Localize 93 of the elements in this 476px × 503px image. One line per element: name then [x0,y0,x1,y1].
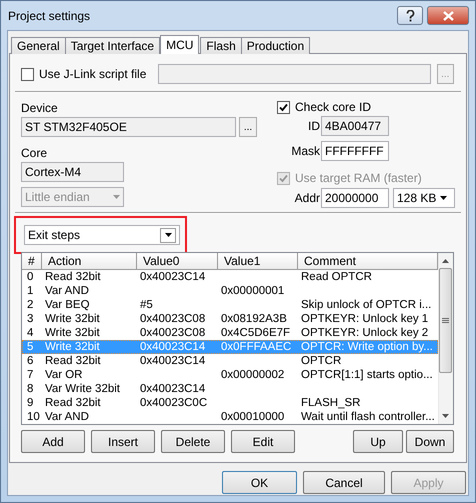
step-button[interactable]: Insert [91,430,155,453]
tab[interactable]: MCU [160,35,200,54]
table-cell-text: 4 [26,326,34,340]
table-cell-text: 0x4C5D6E7F [220,326,292,340]
scrollbar-thumb[interactable] [439,268,452,373]
table-cell-text: OPTCR[1:1] starts optio... [300,368,434,382]
table-cell-text: Write 32bit [44,326,101,340]
field-label: Addr [294,191,321,205]
core-field[interactable]: Cortex-M4 [21,162,124,182]
field-label: ID [307,119,321,133]
column-header[interactable]: Value0 [137,253,218,270]
browse-button[interactable]: ... [239,117,257,137]
id-field[interactable]: 4BA00477 [321,116,389,136]
window-title: Project settings [8,8,92,22]
column-header[interactable]: Action [42,253,137,270]
table-cell-text: OPTKEYR: Unlock key 1 [300,312,430,326]
table-cell-text: 0x40023C08 [139,326,206,340]
close-icon [442,10,454,20]
grip-icon [442,318,450,324]
checkbox[interactable] [277,100,290,114]
help-button[interactable] [397,6,423,25]
tab[interactable]: General [11,37,66,54]
table-cell-text: 0 [26,270,34,284]
table-cell-text: Write 32bit [44,312,101,326]
table-cell-text: Var Write 32bit [44,382,121,396]
caret-down-icon [440,196,448,200]
table-cell-text: 0x40023C08 [139,312,206,326]
step-button[interactable]: Up [353,430,403,453]
table-cell-text: Read 32bit [44,270,102,284]
table-cell-text: 10 [26,410,41,424]
table-cell-text: 1 [26,284,34,298]
caret-down-icon [113,195,120,199]
step-button[interactable]: Edit [231,430,295,453]
table-cell-text: 0x08192A3B [220,312,288,326]
steps-dropdown[interactable]: Exit steps [24,225,180,245]
caret-down-icon [164,233,172,237]
table-cell-text: 8 [26,382,34,396]
table-cell-text: 0x40023C14 [139,340,206,354]
table-cell-text: Read OPTCR [300,270,373,284]
table-cell-text: Var AND [44,410,90,424]
step-button[interactable]: Add [21,430,85,453]
column-header[interactable]: Comment [298,253,438,270]
table-cell-text: 0x40023C14 [139,354,206,368]
table-cell-text: OPTCR: Write option by... [300,340,434,354]
table-cell-text: 9 [26,396,34,410]
mask-field[interactable]: FFFFFFFF [321,141,389,161]
field-label: Device [21,101,59,115]
close-button[interactable] [427,6,469,25]
scroll-up-icon[interactable] [442,259,450,263]
field-label: Mask [290,144,321,158]
device-field[interactable]: ST STM32F405OE [21,117,236,137]
table-cell-text: 0x40023C0C [139,396,208,410]
table-cell-text: 5 [26,340,34,354]
table-cell-text: OPTCR [300,354,342,368]
table-cell-text: #5 [139,298,154,312]
table-cell-text: 6 [26,354,34,368]
table-cell-text: 0x40023C14 [139,382,206,396]
table-cell-text: Read 32bit [44,396,102,410]
table-cell-text: 0x00000002 [220,368,286,382]
column-header[interactable]: # [22,253,42,270]
field-label: Core [21,146,48,160]
table-cell-text: Write 32bit [44,340,101,354]
tab[interactable]: Flash [200,37,242,54]
table-cell-text: Read 32bit [44,354,102,368]
tab[interactable]: Target Interface [64,37,160,54]
table-cell-text: OPTKEYR: Unlock key 2 [300,326,430,340]
table-cell-text: 0x00010000 [220,410,286,424]
table-cell-text: 2 [26,298,34,312]
checkbox[interactable] [21,68,34,80]
table-cell-text: Var OR [44,368,84,382]
scrollbar[interactable] [438,253,453,424]
table-cell-text: Wait until flash controller... [300,410,436,424]
script-path-field[interactable] [158,64,431,84]
table-cell-text: Skip unlock of OPTCR i... [300,298,432,312]
scroll-down-icon[interactable] [442,414,450,418]
checkbox-label: Use target RAM (faster) [295,171,422,185]
table-cell-text: 0x40023C14 [139,270,206,284]
table-cell-text: 3 [26,312,34,326]
table-cell-text: Var AND [44,284,90,298]
help-icon [406,10,414,22]
checkbox-label: Use J-Link script file [39,67,148,81]
table-cell-text: 0x0FFFAAEC [220,340,292,354]
table-cell-text: 0x00000001 [220,284,286,298]
table-cell-text: FLASH_SR [300,396,362,410]
table-cell-text: Var BEQ [44,298,91,312]
tab[interactable]: Production [240,37,310,54]
step-button[interactable]: Down [406,430,454,453]
checkbox-label: Check core ID [295,100,372,114]
dialog-button[interactable]: Cancel [303,471,385,494]
step-button[interactable]: Delete [161,430,225,453]
column-header[interactable]: Value1 [218,253,298,270]
table-cell-text: 7 [26,368,34,382]
dialog-button[interactable]: OK [222,471,297,494]
